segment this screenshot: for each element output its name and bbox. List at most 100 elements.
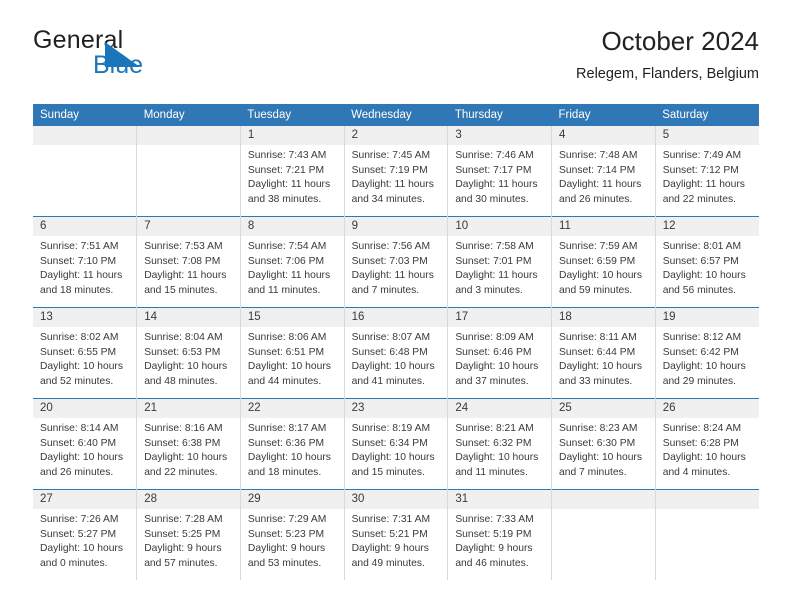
day-number: 16 (344, 308, 448, 327)
day-number: 7 (137, 217, 240, 236)
calendar-day-cell[interactable]: 26 Sunrise: 8:24 AM Sunset: 6:28 PM Dayligh… (655, 398, 759, 490)
calendar-day-cell[interactable]: 17 Sunrise: 8:09 AM Sunset: 6:46 PM Dayligh… (447, 307, 553, 399)
calendar-day-cell[interactable]: 23 Sunrise: 8:19 AM Sunset: 6:34 PM Dayligh… (344, 398, 449, 490)
day-number: 28 (137, 490, 240, 509)
sunrise-time: Sunrise: 8:12 AM (662, 332, 742, 343)
day-details: Sunrise: 8:14 AM Sunset: 6:40 PM Daylight:… (33, 418, 136, 480)
calendar-day-cell[interactable]: 31 Sunrise: 7:33 AM Sunset: 5:19 PM Dayligh… (447, 489, 553, 580)
day-number (137, 126, 240, 145)
sunset-time: Sunset: 6:53 PM (144, 346, 221, 358)
sunset-time: Sunset: 5:21 PM (351, 528, 428, 540)
calendar-day-cell[interactable]: 7 Sunrise: 7:53 AM Sunset: 7:08 PM Daylight… (136, 216, 241, 308)
sunrise-time: Sunrise: 8:02 AM (40, 332, 119, 343)
sunrise-time: Sunrise: 7:48 AM (559, 150, 638, 161)
calendar-day-cell[interactable]: 14 Sunrise: 8:04 AM Sunset: 6:53 PM Dayligh… (136, 307, 241, 399)
calendar-day-cell[interactable]: 21 Sunrise: 8:16 AM Sunset: 6:38 PM Dayligh… (136, 398, 241, 490)
sunset-time: Sunset: 7:12 PM (662, 164, 739, 176)
calendar-day-cell[interactable]: 13 Sunrise: 8:02 AM Sunset: 6:55 PM Dayligh… (33, 307, 138, 399)
sunset-time: Sunset: 7:21 PM (247, 164, 325, 176)
calendar-day-cell[interactable]: 15 Sunrise: 8:06 AM Sunset: 6:51 PM Dayligh… (240, 307, 345, 399)
day-number: 22 (240, 399, 344, 418)
calendar-day-cell[interactable]: 25 Sunrise: 8:23 AM Sunset: 6:30 PM Dayligh… (551, 398, 656, 490)
weekday-header-thursday: Thursday (447, 104, 552, 126)
sunset-time: Sunset: 6:36 PM (247, 437, 325, 449)
page-header: General Blue October 2024 Relegem, Fland… (33, 26, 759, 98)
weekday-header-tuesday: Tuesday (240, 104, 345, 126)
daylight-duration: Daylight: 10 hours and 41 minutes. (351, 361, 435, 387)
sunset-time: Sunset: 6:51 PM (247, 346, 325, 358)
weekday-header-friday: Friday (551, 104, 656, 126)
day-number: 15 (240, 308, 344, 327)
day-number: 8 (240, 217, 344, 236)
daylight-duration: Daylight: 11 hours and 26 minutes. (559, 179, 642, 205)
calendar-day-cell[interactable]: 19 Sunrise: 8:12 AM Sunset: 6:42 PM Dayligh… (655, 307, 759, 399)
day-details: Sunrise: 7:45 AM Sunset: 7:19 PM Daylight:… (345, 145, 448, 207)
sunset-time: Sunset: 6:59 PM (559, 255, 636, 267)
day-details: Sunrise: 8:02 AM Sunset: 6:55 PM Daylight:… (33, 327, 136, 389)
sunrise-time: Sunrise: 8:07 AM (351, 332, 431, 343)
day-details: Sunrise: 7:53 AM Sunset: 7:08 PM Daylight:… (137, 236, 240, 298)
sunset-time: Sunset: 6:30 PM (559, 437, 636, 449)
brand-logo[interactable]: General Blue (33, 26, 263, 90)
calendar-day-cell[interactable]: 18 Sunrise: 8:11 AM Sunset: 6:44 PM Dayligh… (551, 307, 656, 399)
day-details: Sunrise: 8:09 AM Sunset: 6:46 PM Daylight:… (448, 327, 551, 389)
calendar-day-cell[interactable]: 27 Sunrise: 7:26 AM Sunset: 5:27 PM Dayligh… (33, 489, 138, 580)
calendar-day-cell[interactable]: 30 Sunrise: 7:31 AM Sunset: 5:21 PM Dayligh… (344, 489, 449, 580)
day-details: Sunrise: 8:07 AM Sunset: 6:48 PM Daylight:… (345, 327, 448, 389)
day-details: Sunrise: 7:51 AM Sunset: 7:10 PM Daylight:… (33, 236, 136, 298)
calendar-day-cell[interactable]: 2 Sunrise: 7:45 AM Sunset: 7:19 PM Daylight… (344, 126, 449, 217)
daylight-duration: Daylight: 11 hours and 18 minutes. (40, 270, 123, 296)
day-details: Sunrise: 7:28 AM Sunset: 5:25 PM Daylight:… (137, 509, 240, 571)
calendar-day-cell[interactable]: 24 Sunrise: 8:21 AM Sunset: 6:32 PM Dayligh… (447, 398, 553, 490)
sunrise-time: Sunrise: 8:21 AM (455, 423, 534, 434)
calendar-day-cell[interactable]: 29 Sunrise: 7:29 AM Sunset: 5:23 PM Dayligh… (240, 489, 345, 580)
brand-name-bottom: Blue (93, 51, 144, 79)
calendar-day-cell[interactable]: 8 Sunrise: 7:54 AM Sunset: 7:06 PM Daylight… (240, 216, 345, 308)
calendar-day-cell[interactable]: 9 Sunrise: 7:56 AM Sunset: 7:03 PM Daylight… (344, 216, 449, 308)
calendar-day-cell[interactable]: 6 Sunrise: 7:51 AM Sunset: 7:10 PM Daylight… (33, 216, 138, 308)
day-number: 24 (448, 399, 552, 418)
daylight-duration: Daylight: 9 hours and 49 minutes. (351, 543, 429, 569)
calendar-day-cell[interactable]: 11 Sunrise: 7:59 AM Sunset: 6:59 PM Dayligh… (551, 216, 656, 308)
daylight-duration: Daylight: 10 hours and 7 minutes. (559, 452, 643, 478)
day-details: Sunrise: 8:17 AM Sunset: 6:36 PM Daylight:… (241, 418, 344, 480)
day-details: Sunrise: 7:54 AM Sunset: 7:06 PM Daylight:… (241, 236, 344, 298)
day-number: 29 (240, 490, 344, 509)
sunset-time: Sunset: 6:28 PM (662, 437, 739, 449)
calendar-day-cell[interactable]: 22 Sunrise: 8:17 AM Sunset: 6:36 PM Dayligh… (240, 398, 345, 490)
day-number: 6 (33, 217, 137, 236)
calendar-day-cell[interactable]: 1 Sunrise: 7:43 AM Sunset: 7:21 PM Daylight… (240, 126, 345, 217)
calendar-day-cell[interactable]: 12 Sunrise: 8:01 AM Sunset: 6:57 PM Dayligh… (655, 216, 759, 308)
day-number: 30 (344, 490, 448, 509)
calendar-table: Sunday Monday Tuesday Wednesday Thursday… (33, 104, 759, 580)
sunrise-time: Sunrise: 8:14 AM (40, 423, 119, 434)
location-subtitle: Relegem, Flanders, Belgium (576, 66, 759, 82)
daylight-duration: Daylight: 11 hours and 34 minutes. (351, 179, 434, 205)
calendar-day-cell[interactable]: 5 Sunrise: 7:49 AM Sunset: 7:12 PM Daylight… (655, 126, 759, 217)
calendar-week-row: 1 Sunrise: 7:43 AM Sunset: 7:21 PM Daylight… (33, 126, 759, 217)
calendar-day-cell[interactable]: 10 Sunrise: 7:58 AM Sunset: 7:01 PM Dayligh… (447, 216, 553, 308)
sunset-time: Sunset: 6:46 PM (455, 346, 532, 358)
calendar-day-cell[interactable]: 16 Sunrise: 8:07 AM Sunset: 6:48 PM Dayligh… (344, 307, 449, 399)
sunset-time: Sunset: 5:27 PM (40, 528, 117, 540)
sunrise-time: Sunrise: 8:01 AM (662, 241, 742, 252)
day-details: Sunrise: 7:59 AM Sunset: 6:59 PM Daylight:… (552, 236, 655, 298)
weekday-header-wednesday: Wednesday (344, 104, 448, 126)
sunrise-time: Sunrise: 8:23 AM (559, 423, 638, 434)
calendar-cell-empty (655, 489, 759, 580)
calendar-day-cell[interactable]: 4 Sunrise: 7:48 AM Sunset: 7:14 PM Daylight… (551, 126, 656, 217)
calendar-day-cell[interactable]: 20 Sunrise: 8:14 AM Sunset: 6:40 PM Dayligh… (33, 398, 138, 490)
day-details: Sunrise: 7:43 AM Sunset: 7:21 PM Daylight:… (241, 145, 344, 207)
calendar-week-row: 27 Sunrise: 7:26 AM Sunset: 5:27 PM Dayligh… (33, 489, 759, 580)
day-details: Sunrise: 8:06 AM Sunset: 6:51 PM Daylight:… (241, 327, 344, 389)
sunrise-time: Sunrise: 7:28 AM (144, 514, 223, 525)
sunset-time: Sunset: 5:25 PM (144, 528, 221, 540)
calendar-day-cell[interactable]: 28 Sunrise: 7:28 AM Sunset: 5:25 PM Dayligh… (136, 489, 241, 580)
calendar-day-cell[interactable]: 3 Sunrise: 7:46 AM Sunset: 7:17 PM Daylight… (447, 126, 553, 217)
day-number: 25 (552, 399, 655, 418)
sunrise-time: Sunrise: 8:24 AM (662, 423, 742, 434)
sunrise-time: Sunrise: 7:59 AM (559, 241, 638, 252)
sunrise-time: Sunrise: 8:16 AM (144, 423, 223, 434)
daylight-duration: Daylight: 11 hours and 15 minutes. (144, 270, 227, 296)
sunrise-time: Sunrise: 8:06 AM (247, 332, 327, 343)
